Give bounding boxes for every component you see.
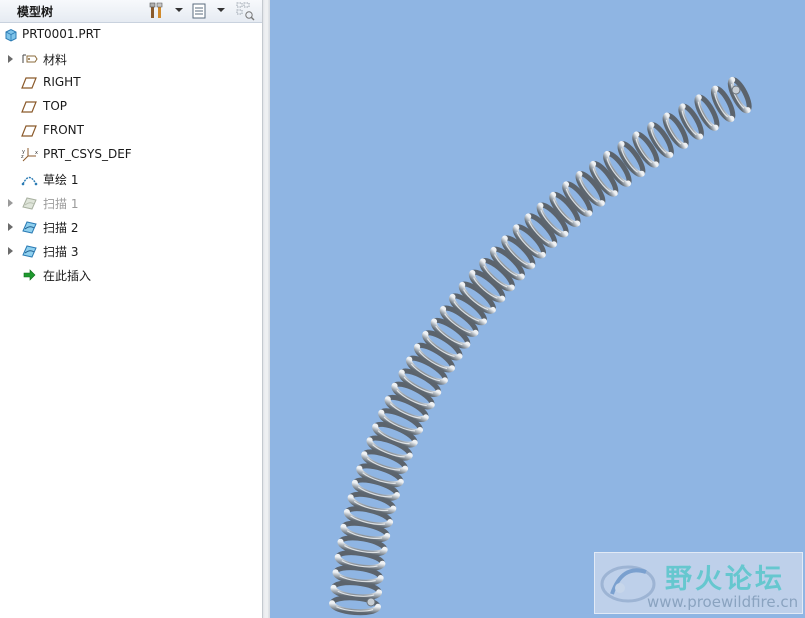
- material-tag-icon: [21, 51, 38, 67]
- tree-item-label: 在此插入: [43, 269, 92, 283]
- tree-item-top-plane[interactable]: TOP: [0, 96, 262, 118]
- sweep-icon: [21, 195, 38, 211]
- tree-item-label: PRT_CSYS_DEF: [43, 147, 132, 161]
- tree-item-csys[interactable]: y x z PRT_CSYS_DEF: [0, 144, 262, 166]
- svg-text:z: z: [21, 154, 24, 160]
- expand-arrow-icon[interactable]: [8, 55, 13, 63]
- tree-item-sweep-1[interactable]: 扫描 1: [0, 192, 262, 214]
- datum-plane-icon: [21, 75, 38, 91]
- splitter-grip[interactable]: [265, 0, 268, 618]
- sketch-icon: [21, 171, 38, 187]
- tree-columns-icon[interactable]: [189, 1, 209, 21]
- tree-item-material[interactable]: 材料: [0, 48, 262, 70]
- datum-plane-icon: [21, 123, 38, 139]
- tree-item-insert-here[interactable]: 在此插入: [0, 264, 262, 286]
- insert-here-arrow-icon: [21, 267, 38, 283]
- tree-item-label: RIGHT: [43, 75, 81, 89]
- watermark-url: www.proewildfire.cn: [647, 593, 799, 611]
- tree-columns-dropdown-arrow-icon[interactable]: [217, 8, 225, 12]
- tree-item-part[interactable]: PRT0001.PRT: [0, 24, 262, 46]
- watermark-title: 野火论坛: [665, 564, 785, 595]
- spring-start-cap: [366, 597, 376, 607]
- tree-item-label: 扫描 3: [43, 245, 79, 259]
- expand-arrow-icon[interactable]: [8, 223, 13, 231]
- tree-item-right-plane[interactable]: RIGHT: [0, 72, 262, 94]
- coordinate-system-icon: y x z: [21, 147, 38, 163]
- panel-splitter[interactable]: [262, 0, 270, 618]
- model-tree-panel: 模型树 PRT0001.PRT 材料 RIGHT TOP FRONT y x z…: [0, 0, 262, 618]
- tree-item-sweep-2[interactable]: 扫描 2: [0, 216, 262, 238]
- spring-model[interactable]: [270, 0, 805, 618]
- svg-text:x: x: [35, 150, 38, 156]
- spring-end-cap: [731, 85, 741, 95]
- tree-item-label: 材料: [43, 53, 68, 67]
- settings-tools-icon[interactable]: [147, 1, 167, 21]
- tree-item-sweep-3[interactable]: 扫描 3: [0, 240, 262, 262]
- model-tree-header: 模型树: [0, 0, 262, 23]
- sweep-icon: [21, 243, 38, 259]
- tree-item-label: 扫描 2: [43, 221, 79, 235]
- sweep-icon: [21, 219, 38, 235]
- tree-item-label: 扫描 1: [43, 197, 79, 211]
- datum-plane-icon: [21, 99, 38, 115]
- tree-item-sketch-1[interactable]: 草绘 1: [0, 168, 262, 190]
- expand-arrow-icon[interactable]: [8, 199, 13, 207]
- forum-watermark: 野火论坛 www.proewildfire.cn: [594, 552, 803, 614]
- tree-item-label: 草绘 1: [43, 173, 79, 187]
- tree-item-label: TOP: [43, 99, 68, 113]
- settings-dropdown-arrow-icon[interactable]: [175, 8, 183, 12]
- model-tree-title: 模型树: [17, 5, 54, 19]
- tree-item-label: PRT0001.PRT: [22, 27, 101, 41]
- show-hide-filter-icon[interactable]: [235, 1, 255, 21]
- expand-arrow-icon[interactable]: [8, 247, 13, 255]
- graphics-window[interactable]: 野火论坛 www.proewildfire.cn: [270, 0, 805, 618]
- tree-item-front-plane[interactable]: FRONT: [0, 120, 262, 142]
- tree-item-label: FRONT: [43, 123, 84, 137]
- part-icon: [3, 27, 20, 43]
